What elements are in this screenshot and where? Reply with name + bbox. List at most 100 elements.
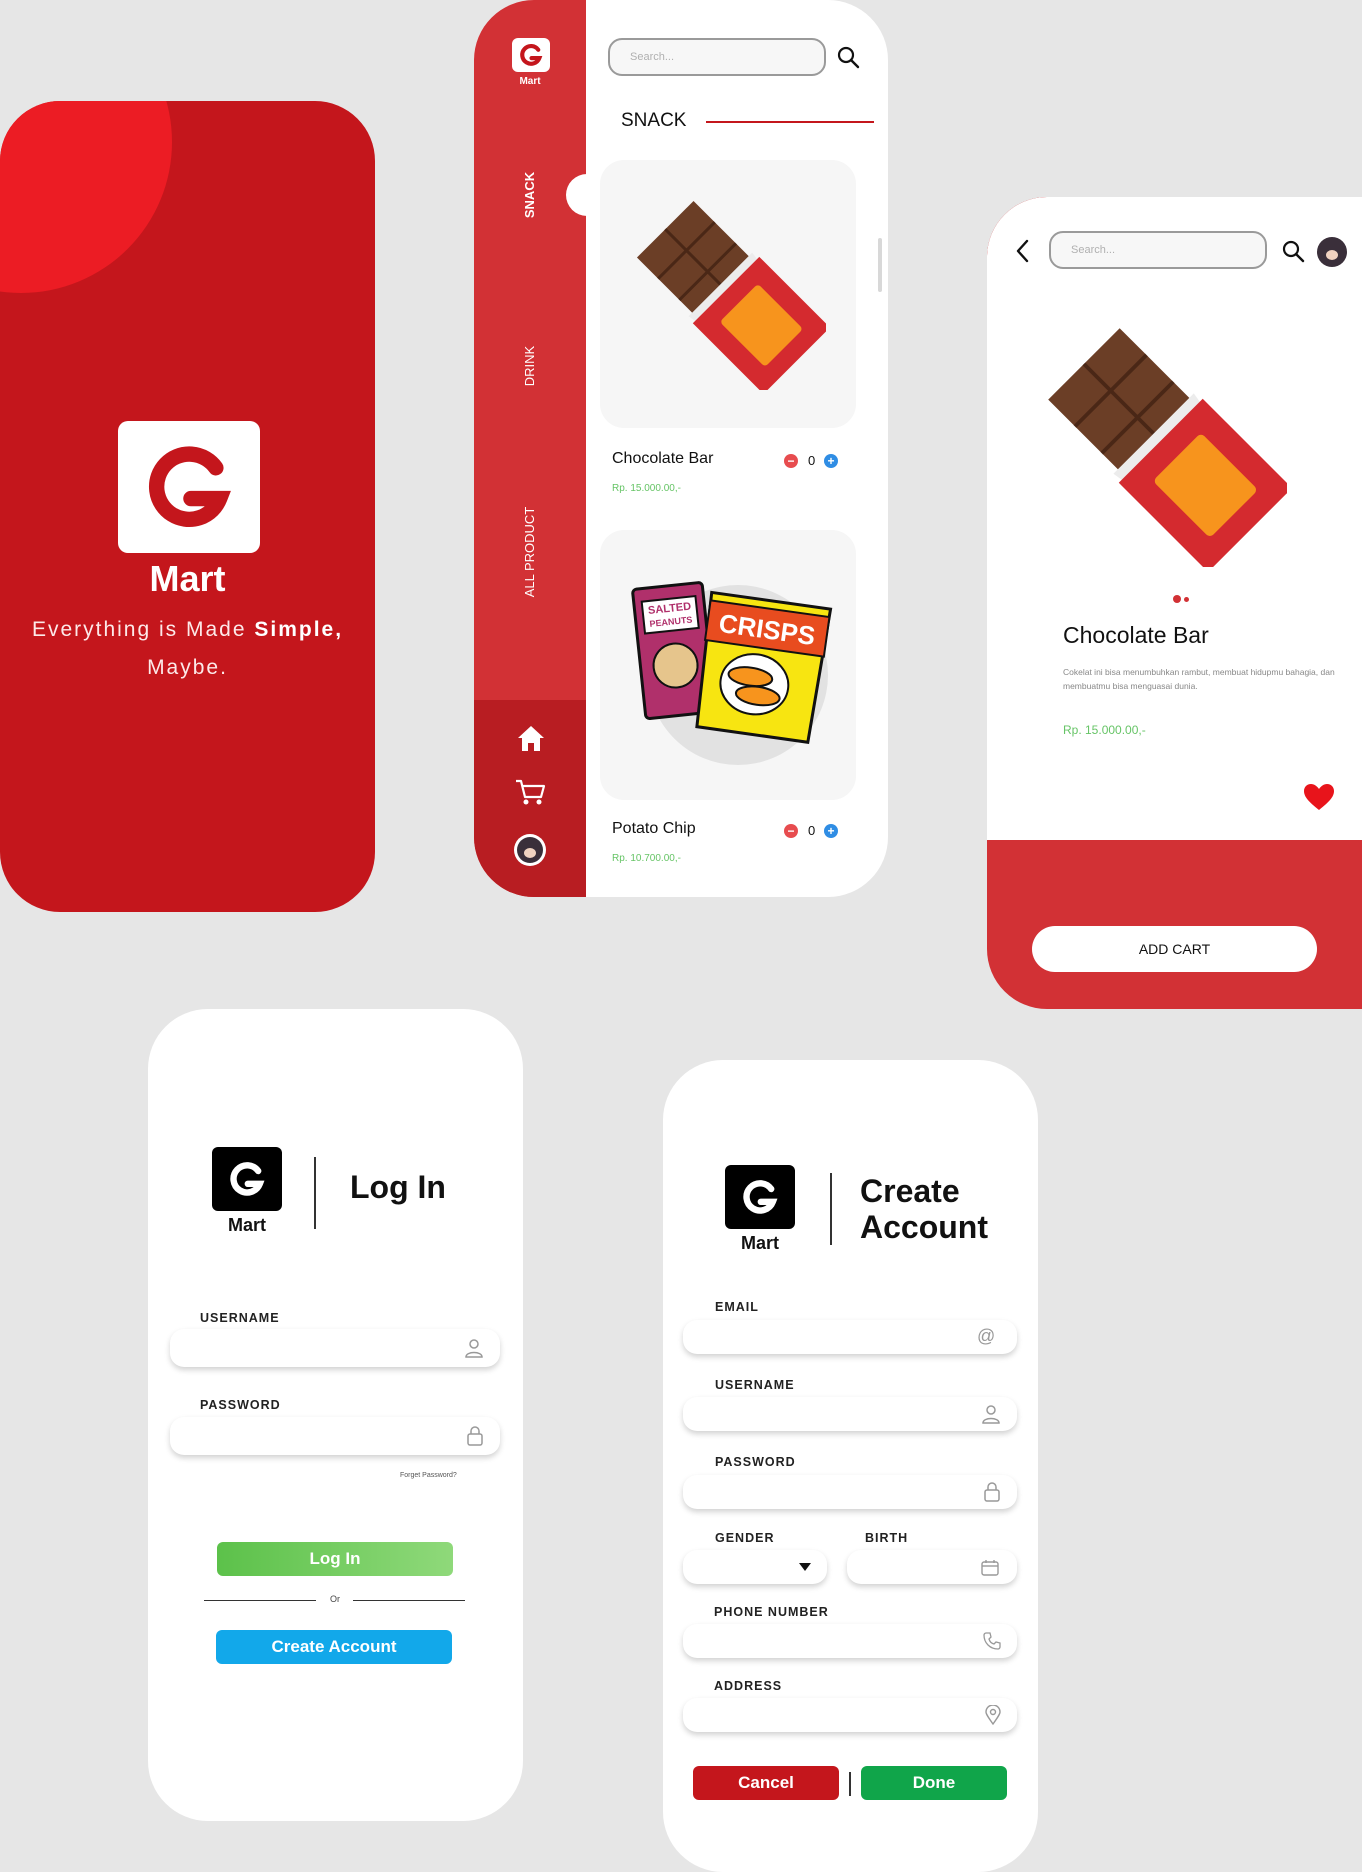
add-cart-button[interactable]: ADD CART [1032,926,1317,972]
product-price: Rp. 10.700.00,- [612,853,681,864]
lock-icon [467,1426,483,1446]
create-account-button[interactable]: Create Account [216,1630,452,1664]
qty-value: 0 [808,453,816,468]
sidebar-logo [512,38,550,72]
qty-value: 0 [808,823,816,838]
tab-drink[interactable]: DRINK [522,306,538,426]
at-icon: @ [977,1326,996,1346]
user-icon [465,1339,483,1358]
decor-circle [0,101,172,293]
home-icon[interactable] [516,724,546,752]
password-field[interactable] [683,1475,1017,1509]
phone-field[interactable] [683,1624,1017,1658]
login-button[interactable]: Log In [217,1542,453,1576]
done-button[interactable]: Done [861,1766,1007,1800]
product-detail-screen: Search... Chocolate Bar Cokelat ini bisa… [987,197,1362,1009]
birth-date-field[interactable] [847,1550,1017,1584]
product-price: Rp. 15.000.00,- [612,483,681,494]
page-title: Log In [350,1169,446,1205]
password-label: PASSWORD [200,1398,281,1412]
avatar[interactable] [514,834,546,866]
g-logo-icon [149,446,231,527]
or-text: Or [330,1594,340,1604]
password-label: PASSWORD [715,1455,796,1469]
email-label: EMAIL [715,1300,759,1314]
create-account-screen: Mart Create Account EMAIL @ USERNAME PAS… [663,1060,1038,1872]
username-label: USERNAME [200,1311,280,1325]
tagline-bold: Simple, [254,618,344,641]
g-logo-icon [743,1180,778,1214]
section-divider [706,121,874,123]
calendar-icon [981,1560,999,1576]
g-logo-icon [520,44,543,66]
search-input[interactable]: Search... [608,38,826,76]
divider-right [353,1600,465,1601]
favorite-heart-icon[interactable] [1303,783,1335,811]
product-title: Chocolate Bar [1063,622,1209,648]
address-field[interactable] [683,1698,1017,1732]
carousel-dot-active[interactable] [1173,595,1181,603]
product-card-chips[interactable]: SALTED PEANUTS CRISPS [600,530,856,800]
search-input[interactable]: Search... [1049,231,1267,269]
gmart-logo [212,1147,282,1211]
scrollbar[interactable] [878,238,882,292]
g-logo-icon [230,1162,265,1196]
birth-label: BIRTH [865,1531,909,1545]
logo-label: Mart [227,1215,266,1235]
login-screen: Mart Log In USERNAME PASSWORD Forget Pas… [148,1009,523,1821]
tagline-line2: Maybe. [147,656,228,679]
cancel-button[interactable]: Cancel [693,1766,839,1800]
gender-select[interactable] [683,1550,827,1584]
brand-name: Mart [149,558,226,599]
title-divider [830,1173,832,1245]
title-line1: Create [860,1173,960,1209]
cart-icon[interactable] [514,778,546,806]
category-sidebar: Mart SNACK DRINK ALL PRODUCT [474,0,608,897]
increase-qty-button[interactable]: + [824,454,838,468]
chocolate-bar-image [636,200,826,390]
back-arrow-icon[interactable] [1015,239,1031,263]
carousel-dot[interactable] [1184,597,1189,602]
lock-icon [984,1482,1000,1502]
forgot-password-link[interactable]: Forget Password? [400,1472,457,1479]
gender-label: GENDER [715,1531,775,1545]
page-title: Create Account [860,1173,988,1245]
gmart-logo [118,421,260,553]
search-icon[interactable] [1281,239,1305,263]
product-description: Cokelat ini bisa menumbuhkan rambut, mem… [1063,667,1335,691]
user-icon [982,1405,1000,1424]
product-card-chocolate[interactable] [600,160,856,428]
product-price: Rp. 15.000.00,- [1063,723,1146,737]
section-title: SNACK [621,110,687,131]
location-pin-icon [985,1705,1001,1725]
increase-qty-button[interactable]: + [824,824,838,838]
decrease-qty-button[interactable]: − [784,454,798,468]
title-divider [314,1157,316,1229]
username-field[interactable] [170,1329,500,1367]
logo-label: Mart [740,1233,779,1253]
password-field[interactable] [170,1417,500,1455]
product-name: Potato Chip [612,820,696,837]
potato-chip-image: SALTED PEANUTS CRISPS [631,581,833,765]
product-name: Chocolate Bar [612,450,714,467]
username-label: USERNAME [715,1378,795,1392]
search-icon[interactable] [836,45,860,69]
avatar[interactable] [1317,237,1347,267]
catalog-screen: Mart SNACK DRINK ALL PRODUCT Search... S… [474,0,888,897]
phone-label: PHONE NUMBER [714,1605,829,1619]
title-line2: Account [860,1209,988,1245]
gmart-logo [725,1165,795,1229]
decrease-qty-button[interactable]: − [784,824,798,838]
splash-screen: Mart Everything is Made Simple, Maybe. [0,101,375,912]
divider-left [204,1600,316,1601]
sidebar-logo-label: Mart [519,76,541,87]
address-label: ADDRESS [714,1679,783,1693]
phone-icon [983,1632,1001,1650]
chocolate-bar-image [1048,328,1287,567]
tab-snack[interactable]: SNACK [522,135,538,255]
dropdown-arrow-icon [799,1563,811,1571]
email-field[interactable]: @ [683,1320,1017,1354]
tab-all-product[interactable]: ALL PRODUCT [522,492,538,612]
bottom-nav [474,700,586,897]
username-field[interactable] [683,1397,1017,1431]
